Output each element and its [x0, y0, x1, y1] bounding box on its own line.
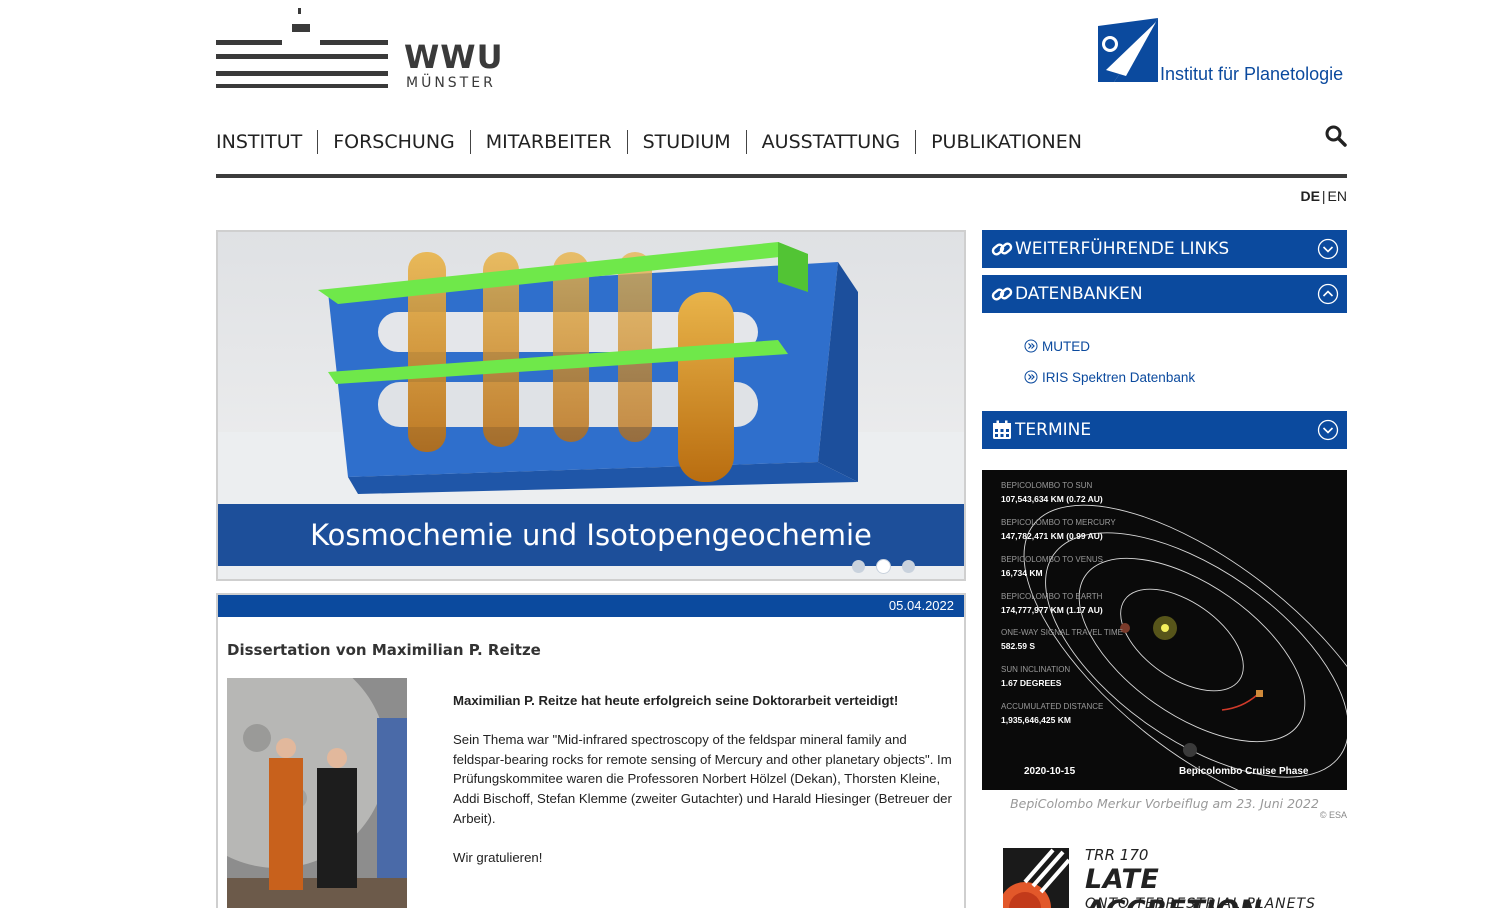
stat-label: ONE-WAY SIGNAL TRAVEL TIME — [1001, 628, 1123, 637]
accordion-label: WEITERFÜHRENDE LINKS — [1015, 239, 1230, 259]
stat-label: ACCUMULATED DISTANCE — [1001, 702, 1104, 711]
nav-divider — [216, 174, 1347, 178]
accordion-label: DATENBANKEN — [1015, 284, 1143, 304]
lang-separator: | — [1321, 188, 1326, 204]
nav-item-publikationen[interactable]: PUBLIKATIONEN — [915, 130, 1097, 154]
news-title[interactable]: Dissertation von Maximilian P. Reitze — [227, 641, 541, 659]
news-date: 05.04.2022 — [218, 595, 964, 617]
nav-item-studium[interactable]: STUDIUM — [626, 130, 746, 154]
stat-value: 1,935,646,425 KM — [1001, 715, 1071, 725]
db-link-label: IRIS Spektren Datenbank — [1042, 369, 1196, 385]
accordion-label: TERMINE — [1015, 420, 1092, 440]
accordion-weiterfuehrende-links[interactable]: WEITERFÜHRENDE LINKS — [982, 230, 1347, 268]
stat-label: BEPICOLOMBO TO VENUS — [1001, 555, 1103, 564]
stat-label: BEPICOLOMBO TO SUN — [1001, 481, 1093, 490]
main-nav: INSTITUT FORSCHUNG MITARBEITER STUDIUM A… — [216, 126, 1097, 158]
bepi-phase: Bepicolombo Cruise Phase — [1179, 766, 1309, 777]
search-icon — [1325, 125, 1347, 147]
institute-name: Institut für Planetologie — [1160, 64, 1344, 84]
wwu-logo-mark — [216, 8, 388, 88]
wwu-logo[interactable]: WWU MÜNSTER — [216, 8, 506, 92]
stat-value: 107,543,634 KM (0.72 AU) — [1001, 494, 1103, 504]
stat-value: 582.59 S — [1001, 641, 1036, 651]
db-link-label: MUTED — [1042, 338, 1090, 354]
institute-logo-mark — [1098, 18, 1158, 82]
news-text: Sein Thema war "Mid-infrared spectroscop… — [453, 732, 952, 826]
stat-value: 1.67 DEGREES — [1001, 678, 1062, 688]
slide-caption: Kosmochemie und Isotopengeochemie — [218, 504, 964, 566]
stat-label: SUN INCLINATION — [1001, 665, 1071, 674]
double-chevron-right-icon — [1024, 370, 1038, 384]
chevron-up-icon — [1317, 283, 1339, 305]
trr-logo-mark — [1003, 848, 1071, 908]
stat-value: 147,782,471 KM (0.99 AU) — [1001, 531, 1103, 541]
stat-label: BEPICOLOMBO TO MERCURY — [1001, 518, 1116, 527]
calendar-icon — [991, 419, 1013, 441]
trr-subtitle: ONTO TERRESTRIAL PLANETS — [1085, 896, 1316, 908]
language-switch: DE | EN — [1300, 188, 1347, 204]
bepi-date: 2020-10-15 — [1024, 766, 1076, 777]
db-link-muted[interactable]: MUTED — [1024, 336, 1195, 356]
institute-logo[interactable]: Institut für Planetologie — [1098, 18, 1348, 88]
trr170-logo[interactable]: TRR 170 LATE ACCRETION ONTO TERRESTRIAL … — [1003, 846, 1333, 908]
db-link-iris[interactable]: IRIS Spektren Datenbank — [1024, 367, 1195, 387]
wwu-logo-name: WWU — [404, 38, 504, 76]
news-closing: Wir gratulieren! — [453, 849, 543, 865]
chevron-down-icon — [1317, 419, 1339, 441]
accordion-termine[interactable]: TERMINE — [982, 411, 1347, 449]
stat-label: BEPICOLOMBO TO EARTH — [1001, 592, 1103, 601]
nav-item-ausstattung[interactable]: AUSSTATTUNG — [745, 130, 915, 154]
bepicolombo-image[interactable]: BEPICOLOMBO TO SUN 107,543,634 KM (0.72 … — [982, 470, 1347, 790]
news-photo-image — [227, 678, 407, 908]
double-chevron-right-icon — [1024, 339, 1038, 353]
slider-dot-active[interactable] — [877, 560, 890, 573]
wwu-logo-sub: MÜNSTER — [406, 75, 496, 91]
bepi-caption: BepiColombo Merkur Vorbeiflug am 23. Jun… — [1010, 796, 1319, 811]
nav-item-institut[interactable]: INSTITUT — [216, 130, 317, 154]
slider-dot[interactable] — [902, 560, 915, 573]
link-icon — [991, 238, 1013, 260]
nav-item-forschung[interactable]: FORSCHUNG — [317, 130, 470, 154]
search-button[interactable] — [1324, 124, 1348, 148]
slider-dots — [852, 560, 915, 573]
nav-item-mitarbeiter[interactable]: MITARBEITER — [469, 130, 627, 154]
slider-dot[interactable] — [852, 560, 865, 573]
lang-en[interactable]: EN — [1328, 188, 1347, 204]
news-photo[interactable] — [227, 678, 407, 908]
trr-number: TRR 170 — [1085, 846, 1149, 864]
accordion-datenbanken[interactable]: DATENBANKEN — [982, 275, 1347, 313]
stat-value: 174,777,977 KM (1.17 AU) — [1001, 605, 1103, 615]
hero-slider[interactable]: Kosmochemie und Isotopengeochemie — [216, 230, 966, 581]
stat-value: 16,734 KM — [1001, 568, 1043, 578]
news-body: Maximilian P. Reitze hat heute erfolgrei… — [453, 691, 958, 887]
news-article: 05.04.2022 Dissertation von Maximilian P… — [216, 593, 966, 908]
news-lead: Maximilian P. Reitze hat heute erfolgrei… — [453, 693, 899, 708]
database-links: MUTED IRIS Spektren Datenbank — [1024, 336, 1195, 398]
chevron-down-icon — [1317, 238, 1339, 260]
lang-de[interactable]: DE — [1300, 188, 1319, 204]
link-icon — [991, 283, 1013, 305]
bepi-credit: © ESA — [1319, 810, 1347, 820]
